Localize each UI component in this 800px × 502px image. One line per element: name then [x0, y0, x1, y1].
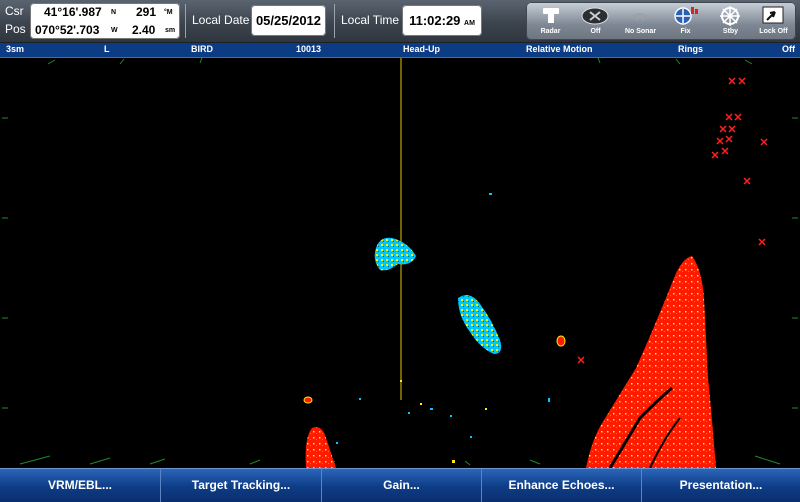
local-time-label: Local Time — [341, 13, 400, 27]
position-labels: Csr Pos — [2, 2, 28, 40]
target-tracking-button[interactable]: Target Tracking... — [161, 469, 322, 502]
status-orientation[interactable]: Head-Up — [403, 44, 440, 54]
radar-picture — [2, 58, 798, 468]
local-date-label: Local Date — [192, 13, 250, 27]
status-rings-label: Rings — [678, 44, 704, 54]
sonar-icon — [631, 13, 649, 21]
position-row: 070°52'.703 W 2.40 sm — [30, 21, 180, 39]
status-value: 10013 — [296, 44, 322, 54]
top-bar: Csr Pos 41°16'.987 N 291 °M 070°52'.703 … — [0, 0, 800, 43]
radar-antenna-icon — [543, 8, 559, 23]
toolbar: Radar Off No Sonar Fix Stby Lock Off — [526, 2, 796, 40]
longitude-hemisphere: W — [111, 27, 118, 34]
radar-display[interactable] — [0, 58, 800, 468]
off-button[interactable]: Off — [573, 2, 618, 40]
fix-button[interactable]: Fix — [663, 2, 708, 40]
latitude-value: 41°16'.987 — [44, 5, 102, 19]
position-readout[interactable]: 41°16'.987 N 291 °M 070°52'.703 W 2.40 s… — [30, 3, 180, 39]
bearing-unit: °M — [164, 9, 173, 16]
echo-blip — [556, 335, 566, 347]
status-rings-value[interactable]: Off — [782, 44, 795, 54]
sonar-button[interactable]: No Sonar — [618, 2, 663, 40]
bearing-value: 291 — [136, 5, 157, 19]
enhance-echoes-button[interactable]: Enhance Echoes... — [482, 469, 642, 502]
local-time-suffix: AM — [464, 20, 475, 27]
presentation-button[interactable]: Presentation... — [642, 469, 800, 502]
vrm-ebl-button[interactable]: VRM/EBL... — [0, 469, 161, 502]
divider — [185, 4, 186, 38]
lock-icon — [762, 6, 784, 24]
status-preset[interactable]: BIRD — [191, 44, 213, 54]
latitude-hemisphere: N — [111, 9, 117, 16]
local-time-value: 11:02:29 — [409, 13, 461, 28]
pos-label: Pos — [5, 22, 26, 36]
clutter-specks — [400, 380, 487, 463]
sonar-button-label: No Sonar — [624, 28, 657, 35]
lock-button[interactable]: Lock Off — [751, 2, 796, 40]
radar-status-bar: 3sm L BIRD 10013 Head-Up Relative Motion… — [0, 43, 800, 58]
land-echo — [586, 256, 716, 468]
lock-button-label: Lock Off — [759, 28, 788, 35]
radar-button[interactable]: Radar — [528, 2, 573, 40]
gps-fix-icon — [674, 7, 698, 25]
bird-echo-cluster — [458, 295, 502, 354]
cursor-label: Csr — [5, 4, 24, 18]
cursor-row: 41°16'.987 N 291 °M — [30, 3, 180, 21]
clutter-specks — [336, 193, 550, 444]
land-echo — [305, 427, 336, 468]
local-date-field[interactable]: 05/25/2012 — [251, 5, 326, 36]
local-time-field[interactable]: 11:02:29 AM — [402, 5, 482, 36]
status-gain-mode: L — [104, 44, 110, 54]
fix-button-label: Fix — [680, 28, 691, 35]
off-icon — [581, 7, 609, 25]
off-button-label: Off — [590, 28, 601, 35]
standby-button[interactable]: Stby — [708, 2, 753, 40]
gain-button[interactable]: Gain... — [322, 469, 482, 502]
standby-button-label: Stby — [722, 28, 739, 35]
echo-blip — [303, 396, 313, 404]
radar-button-label: Radar — [540, 28, 561, 35]
helm-icon — [720, 6, 740, 26]
divider — [334, 4, 335, 38]
soft-key-bar: VRM/EBL... Target Tracking... Gain... En… — [0, 468, 800, 502]
status-range[interactable]: 3sm — [6, 44, 24, 54]
range-value: 2.40 — [132, 23, 156, 37]
range-unit: sm — [165, 27, 176, 34]
bird-echo-cluster — [374, 237, 416, 271]
longitude-value: 070°52'.703 — [35, 23, 100, 37]
status-motion[interactable]: Relative Motion — [526, 44, 593, 54]
